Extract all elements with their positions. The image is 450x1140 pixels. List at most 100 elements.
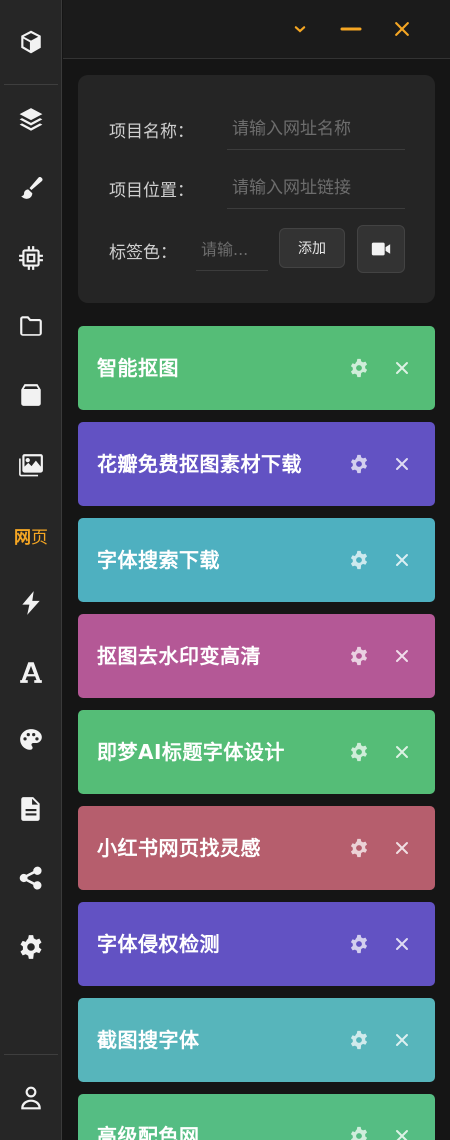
close-icon [396, 1034, 408, 1046]
project-card[interactable]: 即梦AI标题字体设计 [78, 710, 435, 794]
web-label-light: 页 [31, 527, 48, 548]
video-button[interactable] [357, 225, 405, 273]
gear-icon [350, 646, 368, 666]
minimize-button[interactable] [336, 14, 366, 44]
palette-icon [20, 729, 42, 750]
document-icon [21, 797, 40, 821]
project-url-input[interactable] [227, 167, 405, 208]
close-icon [396, 554, 408, 566]
sidebar-item-document[interactable] [0, 789, 62, 829]
gear-icon [350, 454, 368, 474]
card-delete-button[interactable] [392, 934, 412, 954]
card-settings-button[interactable] [349, 934, 369, 954]
close-icon [396, 842, 408, 854]
collapse-button[interactable] [285, 14, 315, 44]
project-card-title: 字体侵权检测 [97, 932, 220, 956]
card-delete-button[interactable] [392, 358, 412, 378]
close-icon [396, 938, 408, 950]
project-url-label: 项目位置： [109, 181, 194, 201]
archive-icon [21, 384, 41, 406]
card-settings-button[interactable] [349, 646, 369, 666]
sidebar-item-archive[interactable] [0, 375, 62, 415]
project-card-title: 小红书网页找灵感 [97, 836, 261, 860]
sidebar-item-cube[interactable] [0, 22, 62, 62]
project-name-label: 项目名称： [109, 122, 194, 142]
close-icon [396, 458, 408, 470]
tag-color-label: 标签色： [109, 243, 177, 263]
project-list: 智能抠图花瓣免费抠图素材下载字体搜索下载抠图去水印变高清 即梦AI标题字体设计 小红… [78, 326, 435, 1140]
gear-icon [350, 934, 368, 954]
sidebar-item-layers[interactable] [0, 99, 62, 139]
project-card[interactable]: 智能抠图 [78, 326, 435, 410]
project-card[interactable]: 字体侵权检测 [78, 902, 435, 986]
sidebar-item-palette[interactable] [0, 720, 62, 760]
project-card-title: 智能抠图 [97, 356, 179, 380]
gear-icon [350, 838, 368, 858]
layers-icon [19, 108, 43, 131]
add-project-form: 项目名称： 项目位置： 标签色： 添加 [78, 75, 435, 303]
sidebar-item-chip[interactable] [0, 238, 62, 278]
project-name-input[interactable] [227, 108, 405, 149]
sidebar-item-font[interactable] [0, 652, 62, 692]
sidebar-item-brush[interactable] [0, 168, 62, 208]
sidebar-item-share[interactable] [0, 858, 62, 898]
card-settings-button[interactable] [349, 742, 369, 762]
project-card-title: 抠图去水印变高清 [97, 644, 261, 668]
project-name-field[interactable] [227, 108, 405, 150]
user-icon [21, 1086, 41, 1110]
sidebar-item-settings[interactable] [0, 927, 62, 967]
tag-color-input[interactable] [196, 229, 268, 270]
chip-icon [19, 246, 43, 270]
cube-icon [21, 30, 41, 54]
sidebar-item-bolt[interactable] [0, 583, 62, 623]
card-delete-button[interactable] [392, 454, 412, 474]
gear-icon [350, 1030, 368, 1050]
font-icon [20, 662, 42, 683]
card-delete-button[interactable] [392, 1126, 412, 1140]
card-settings-button[interactable] [349, 550, 369, 570]
tag-color-field[interactable] [196, 229, 268, 271]
card-delete-button[interactable] [392, 550, 412, 570]
sidebar-item-images[interactable] [0, 445, 62, 485]
project-card-title: 高级配色网 [97, 1124, 200, 1140]
add-button[interactable]: 添加 [279, 228, 345, 268]
bolt-icon [22, 591, 40, 615]
sidebar-item-web[interactable]: 网页 [0, 515, 62, 555]
project-card[interactable]: 小红书网页找灵感 [78, 806, 435, 890]
brush-icon [21, 177, 43, 199]
project-card-title: 即梦AI标题字体设计 [97, 740, 285, 764]
share-icon [19, 866, 42, 890]
minimize-icon [340, 27, 362, 31]
card-delete-button[interactable] [392, 1030, 412, 1050]
card-settings-button[interactable] [349, 838, 369, 858]
card-settings-button[interactable] [349, 1126, 369, 1140]
project-card[interactable]: 花瓣免费抠图素材下载 [78, 422, 435, 506]
sidebar-item-user[interactable] [0, 1078, 62, 1118]
video-icon [371, 242, 391, 256]
title-bar [63, 0, 450, 59]
card-delete-button[interactable] [392, 742, 412, 762]
project-card[interactable]: 抠图去水印变高清 [78, 614, 435, 698]
sidebar-divider [4, 84, 58, 85]
project-url-field[interactable] [227, 167, 405, 209]
close-icon [395, 22, 409, 36]
project-card-title: 花瓣免费抠图素材下载 [97, 452, 302, 476]
close-icon [396, 1130, 408, 1140]
card-settings-button[interactable] [349, 1030, 369, 1050]
project-card[interactable]: 字体搜索下载 [78, 518, 435, 602]
card-delete-button[interactable] [392, 838, 412, 858]
close-icon [396, 362, 408, 374]
gear-icon [20, 935, 42, 959]
project-card[interactable]: 高级配色网 [78, 1094, 435, 1140]
sidebar-divider [4, 1054, 58, 1055]
close-window-button[interactable] [387, 14, 417, 44]
close-icon [396, 650, 408, 662]
card-settings-button[interactable] [349, 454, 369, 474]
card-settings-button[interactable] [349, 358, 369, 378]
card-delete-button[interactable] [392, 646, 412, 666]
gear-icon [350, 1126, 368, 1140]
project-card-title: 截图搜字体 [97, 1028, 200, 1052]
sidebar-item-folder[interactable] [0, 306, 62, 346]
gear-icon [350, 358, 368, 378]
project-card[interactable]: 截图搜字体 [78, 998, 435, 1082]
